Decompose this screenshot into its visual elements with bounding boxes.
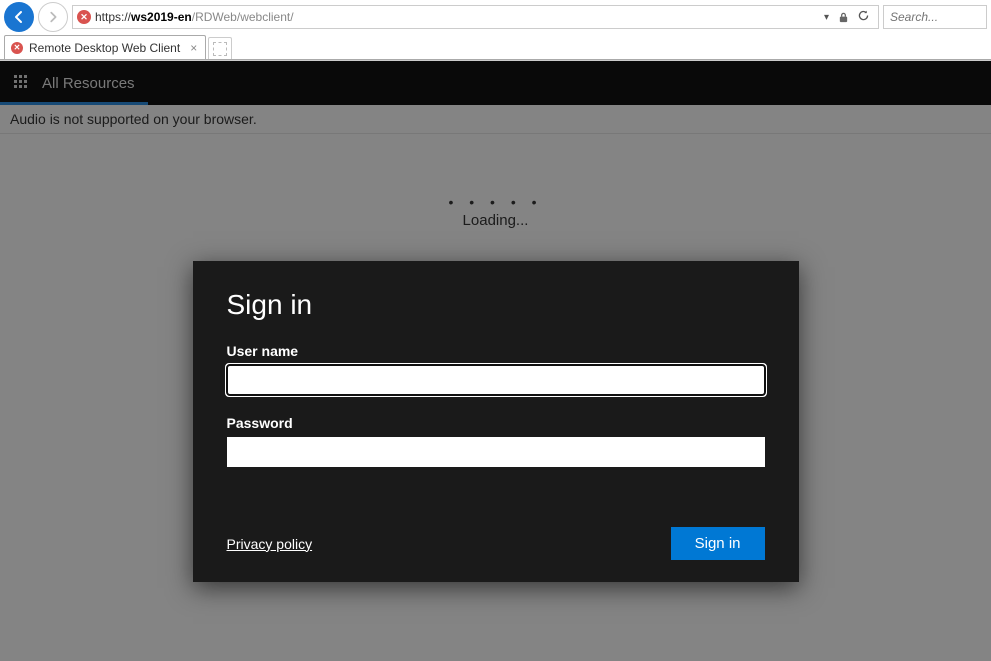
signin-dialog: Sign in User name Password Privacy polic… [193,261,799,582]
tab-close-icon[interactable]: × [190,41,197,55]
tab-active[interactable]: ✕ Remote Desktop Web Client × [4,35,206,59]
password-label: Password [227,415,765,431]
tab-favicon: ✕ [11,42,23,54]
site-favicon: ✕ [77,10,91,24]
url-host: ws2019-en [131,10,192,24]
page-viewport: All Resources Audio is not supported on … [0,61,991,661]
tab-title: Remote Desktop Web Client [29,41,180,55]
privacy-policy-link[interactable]: Privacy policy [227,536,313,552]
url-dropdown-icon[interactable]: ▾ [824,12,829,23]
browser-chrome: ✕ https://ws2019-en/RDWeb/webclient/ ▾ ✕… [0,0,991,61]
back-button[interactable] [4,2,34,32]
address-bar[interactable]: ✕ https://ws2019-en/RDWeb/webclient/ ▾ [72,5,879,29]
search-box[interactable] [883,5,987,29]
password-input[interactable] [227,437,765,467]
lock-icon [835,9,851,25]
url-path: /RDWeb/webclient/ [192,10,294,24]
signin-button[interactable]: Sign in [671,527,765,560]
search-input[interactable] [890,10,980,24]
dialog-heading: Sign in [227,289,765,321]
username-label: User name [227,343,765,359]
forward-button [38,2,68,32]
refresh-icon[interactable] [857,9,870,25]
username-input[interactable] [227,365,765,395]
url-protocol: https:// [95,10,131,24]
new-tab-button[interactable] [208,37,232,59]
tab-strip: ✕ Remote Desktop Web Client × [0,34,991,60]
url-text: https://ws2019-en/RDWeb/webclient/ [95,10,294,24]
